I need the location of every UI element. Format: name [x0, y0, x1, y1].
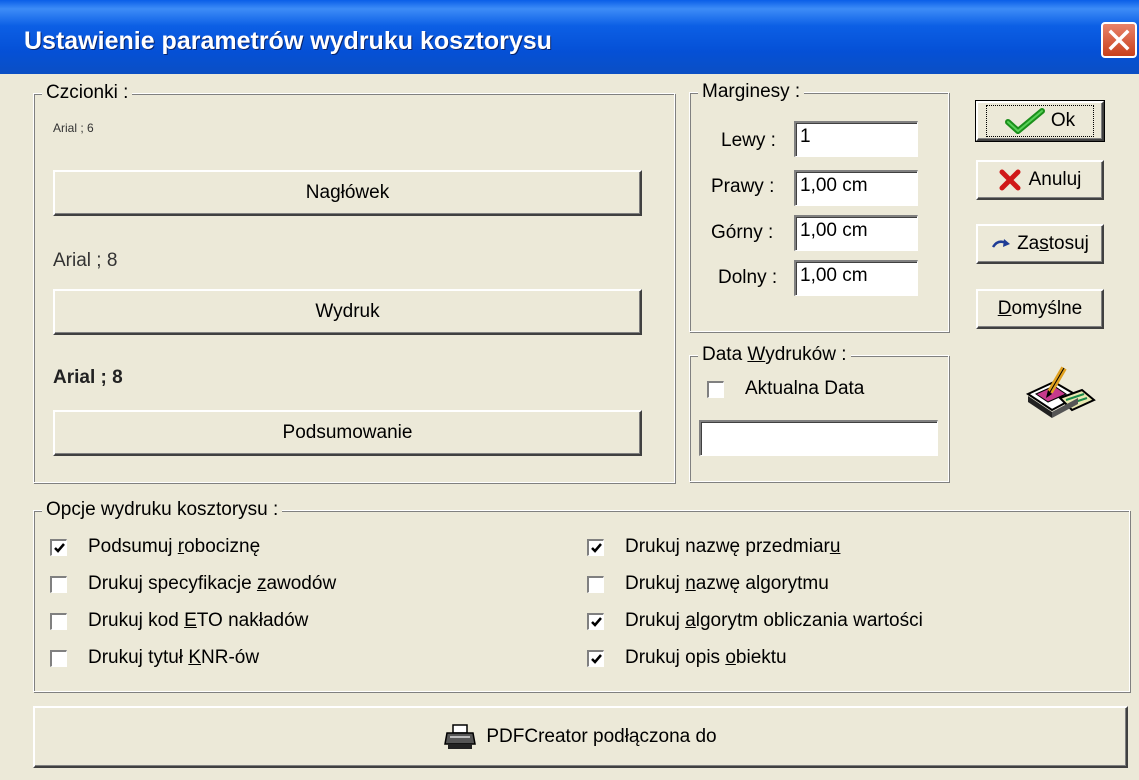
- option-label-accel: n: [685, 573, 696, 594]
- option-label-part: Podsumuj: [88, 536, 178, 557]
- option-label-part: lgorytm obliczania wartości: [695, 610, 923, 631]
- check-icon: [591, 654, 602, 664]
- header-font-button[interactable]: Nagłówek: [53, 170, 642, 216]
- option-checkbox[interactable]: [587, 613, 604, 630]
- apply-label-accel: s: [1039, 233, 1049, 254]
- defaults-label-accel: D: [997, 298, 1012, 319]
- option-label: Drukuj algorytm obliczania wartości: [625, 610, 923, 632]
- option-label-part: NR-ów: [201, 647, 260, 668]
- option-label-accel: a: [685, 610, 696, 631]
- check-icon: [591, 617, 602, 627]
- option-checkbox[interactable]: [50, 539, 67, 556]
- option-label-part: Drukuj: [625, 610, 686, 631]
- option-checkbox[interactable]: [587, 539, 604, 556]
- option-label-part: Drukuj nazwę przedmiar: [625, 536, 830, 557]
- date-input[interactable]: [699, 420, 938, 456]
- option-label-accel: K: [188, 647, 201, 668]
- option-checkbox[interactable]: [50, 650, 67, 667]
- left-margin-input[interactable]: 1: [794, 121, 918, 157]
- option-label-part: biektu: [735, 647, 787, 668]
- option-checkbox[interactable]: [50, 613, 67, 630]
- right-margin-input[interactable]: 1,00 cm: [794, 170, 918, 206]
- defaults-label-part: omyślne: [1011, 298, 1083, 319]
- apply-label-part: Za: [1017, 233, 1040, 254]
- date-label-part: ydruków :: [765, 344, 847, 365]
- redo-arrow-icon: [992, 239, 1011, 248]
- option-label-part: awodów: [266, 573, 337, 594]
- ok-label: Ok: [1050, 110, 1076, 131]
- option-label: Podsumuj robociznę: [88, 536, 260, 558]
- summary-font-button[interactable]: Podsumowanie: [53, 410, 642, 456]
- defaults-button[interactable]: Domyślne: [976, 289, 1104, 329]
- option-checkbox[interactable]: [587, 650, 604, 667]
- option-label-part: azwę algorytmu: [695, 573, 829, 594]
- current-date-label: Aktualna Data: [745, 378, 865, 399]
- options-group-label: Opcje wydruku kosztorysu :: [42, 499, 283, 521]
- left-margin-label: Lewy :: [721, 130, 776, 151]
- option-label-part: Drukuj opis: [625, 647, 726, 668]
- margins-group-label: Marginesy :: [698, 81, 805, 103]
- red-x-icon: [999, 169, 1021, 191]
- date-label-accel: W: [747, 344, 766, 365]
- printer-button[interactable]: PDFCreator podłączona do: [33, 706, 1128, 768]
- check-icon: [591, 543, 602, 553]
- title-bar: Ustawienie parametrów wydruku kosztorysu: [0, 0, 1139, 74]
- current-date-checkbox[interactable]: [707, 381, 724, 398]
- summary-font-info: Arial ; 8: [53, 367, 123, 388]
- option-label-accel: E: [184, 610, 197, 631]
- close-button[interactable]: [1101, 22, 1137, 58]
- option-label: Drukuj opis obiektu: [625, 647, 787, 669]
- top-margin-input[interactable]: 1,00 cm: [794, 215, 918, 251]
- date-group-label: Data Wydruków :: [698, 344, 851, 366]
- option-label-part: Drukuj: [625, 573, 686, 594]
- close-icon: [1108, 29, 1130, 51]
- right-margin-label: Prawy :: [711, 176, 775, 197]
- option-label-part: TO nakładów: [196, 610, 309, 631]
- print-font-info: Arial ; 8: [53, 250, 118, 271]
- date-group: Data Wydruków :: [689, 344, 949, 482]
- option-label-part: obociznę: [184, 536, 261, 557]
- option-label: Drukuj specyfikacje zawodów: [88, 573, 336, 595]
- option-label-accel: o: [725, 647, 736, 668]
- apply-label-part: tosuj: [1048, 233, 1089, 254]
- bottom-margin-label: Dolny :: [718, 267, 778, 288]
- ok-button[interactable]: Ok: [975, 100, 1105, 142]
- cancel-button[interactable]: Anuluj: [976, 160, 1104, 200]
- fonts-group-label: Czcionki :: [42, 82, 133, 104]
- check-icon: [54, 543, 65, 553]
- apply-button[interactable]: Zastosuj: [976, 224, 1104, 264]
- print-font-button[interactable]: Wydruk: [53, 289, 642, 335]
- defaults-label: Domyślne: [998, 298, 1082, 320]
- bottom-margin-input[interactable]: 1,00 cm: [794, 260, 918, 296]
- window-title: Ustawienie parametrów wydruku kosztorysu: [24, 27, 552, 55]
- option-label: Drukuj nazwę przedmiaru: [625, 536, 840, 558]
- cancel-label: Anuluj: [1028, 169, 1082, 190]
- option-label-part: Drukuj specyfikacje: [88, 573, 257, 594]
- option-label-accel: u: [829, 536, 841, 557]
- top-margin-label: Górny :: [711, 222, 774, 243]
- dialog-window: Ustawienie parametrów wydruku kosztorysu…: [0, 0, 1139, 780]
- header-font-info: Arial ; 6: [53, 121, 94, 135]
- checkmark-icon: [1004, 108, 1045, 134]
- date-label-part: Data: [702, 344, 748, 365]
- option-checkbox[interactable]: [50, 576, 67, 593]
- option-checkbox[interactable]: [587, 576, 604, 593]
- printer-label: PDFCreator podłączona do: [486, 726, 717, 747]
- printer-paper-pencil-icon: [1025, 366, 1096, 418]
- option-label: Drukuj nazwę algorytmu: [625, 573, 829, 595]
- option-label: Drukuj kod ETO nakładów: [88, 610, 308, 632]
- option-label-part: Drukuj tytuł: [88, 647, 189, 668]
- apply-label: Zastosuj: [1017, 233, 1089, 255]
- printer-icon: [444, 724, 477, 749]
- option-label-part: Drukuj kod: [88, 610, 185, 631]
- option-label: Drukuj tytuł KNR-ów: [88, 647, 259, 669]
